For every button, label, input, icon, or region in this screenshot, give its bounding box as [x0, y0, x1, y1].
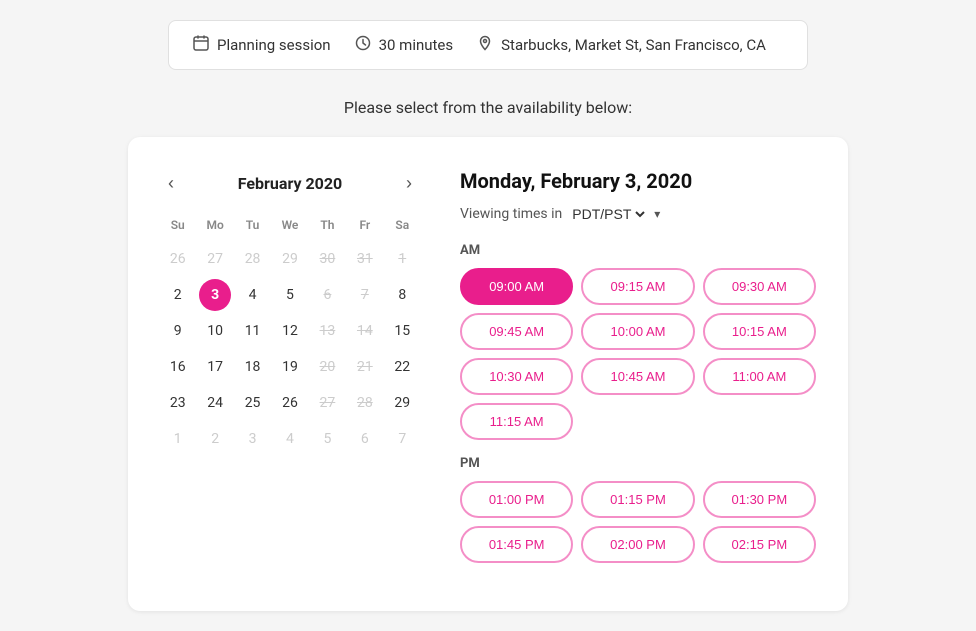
calendar-day-cell: 1	[162, 423, 194, 455]
calendar-day-cell: 27	[199, 243, 231, 275]
pm-slots-grid: 01:00 PM01:15 PM01:30 PM 01:45 PM02:00 PM…	[460, 481, 816, 563]
selected-date-title: Monday, February 3, 2020	[460, 169, 816, 193]
calendar-day-cell[interactable]: 12	[274, 315, 306, 347]
time-slot-button[interactable]: 10:30 AM	[460, 358, 573, 395]
duration-info: 30 minutes	[355, 35, 454, 55]
calendar-day-cell: 7	[386, 423, 418, 455]
next-month-button[interactable]: ›	[398, 169, 420, 198]
calendar-day-cell[interactable]: 9	[162, 315, 194, 347]
calendar-day-cell: 13	[311, 315, 343, 347]
calendar-day-cell: 4	[274, 423, 306, 455]
calendar-day-cell: 7	[349, 279, 381, 311]
calendar-day-header: Mo	[197, 214, 232, 240]
location-label: Starbucks, Market St, San Francisco, CA	[501, 36, 766, 54]
calendar-day-cell: 28	[237, 243, 269, 275]
time-slot-button[interactable]: 10:00 AM	[581, 313, 694, 350]
calendar-day-cell: 29	[274, 243, 306, 275]
calendar-day-cell: 14	[349, 315, 381, 347]
location-icon	[477, 35, 493, 55]
duration-label: 30 minutes	[379, 36, 454, 54]
calendar-day-cell[interactable]: 26	[274, 387, 306, 419]
calendar-day-cell: 5	[311, 423, 343, 455]
calendar-day-header: Sa	[385, 214, 420, 240]
event-icon	[193, 35, 209, 55]
calendar-day-cell: 3	[237, 423, 269, 455]
calendar-day-cell: 26	[162, 243, 194, 275]
calendar-day-cell[interactable]: 11	[237, 315, 269, 347]
calendar-day-cell[interactable]: 17	[199, 351, 231, 383]
calendar: ‹ February 2020 › SuMoTuWeThFrSa26272829…	[160, 169, 420, 579]
calendar-day-cell[interactable]: 19	[274, 351, 306, 383]
calendar-day-cell: 30	[311, 243, 343, 275]
clock-icon	[355, 35, 371, 55]
pm-label: PM	[460, 456, 816, 471]
calendar-day-cell[interactable]: 25	[237, 387, 269, 419]
calendar-day-header: We	[272, 214, 307, 240]
calendar-day-cell: 20	[311, 351, 343, 383]
time-slot-button[interactable]: 09:15 AM	[581, 268, 694, 305]
time-slot-button[interactable]: 01:45 PM	[460, 526, 573, 563]
calendar-title: February 2020	[238, 174, 342, 193]
viewing-label: Viewing times in	[460, 206, 562, 222]
time-slot-button[interactable]: 09:00 AM	[460, 268, 573, 305]
info-bar: Planning session 30 minutes Starbucks, M…	[168, 20, 808, 70]
time-panel: Monday, February 3, 2020 Viewing times i…	[460, 169, 816, 579]
calendar-day-cell: 21	[349, 351, 381, 383]
time-slot-button[interactable]: 01:15 PM	[581, 481, 694, 518]
time-slot-button[interactable]: 11:00 AM	[703, 358, 816, 395]
prev-month-button[interactable]: ‹	[160, 169, 182, 198]
time-slot-button[interactable]: 02:00 PM	[581, 526, 694, 563]
calendar-day-cell: 27	[311, 387, 343, 419]
time-slot-button[interactable]: 01:00 PM	[460, 481, 573, 518]
time-slot-button[interactable]: 10:15 AM	[703, 313, 816, 350]
calendar-day-cell: 28	[349, 387, 381, 419]
am-label: AM	[460, 243, 816, 258]
time-slot-button[interactable]: 11:15 AM	[460, 403, 573, 440]
calendar-day-cell: 6	[311, 279, 343, 311]
calendar-day-cell: 1	[386, 243, 418, 275]
calendar-header: ‹ February 2020 ›	[160, 169, 420, 198]
calendar-day-cell: 6	[349, 423, 381, 455]
calendar-day-cell[interactable]: 24	[199, 387, 231, 419]
time-slot-button[interactable]: 02:15 PM	[703, 526, 816, 563]
am-slots-grid: 09:00 AM09:15 AM09:30 AM 09:45 AM10:00 AM…	[460, 268, 816, 440]
calendar-day-cell[interactable]: 8	[386, 279, 418, 311]
timezone-select[interactable]: PDT/PST EST/EDT UTC	[568, 205, 648, 223]
time-slot-button[interactable]: 01:30 PM	[703, 481, 816, 518]
calendar-grid: SuMoTuWeThFrSa26272829303112345678910111…	[160, 214, 420, 456]
calendar-day-cell[interactable]: 10	[199, 315, 231, 347]
main-card: ‹ February 2020 › SuMoTuWeThFrSa26272829…	[128, 137, 848, 611]
calendar-day-cell[interactable]: 2	[162, 279, 194, 311]
calendar-day-cell[interactable]: 18	[237, 351, 269, 383]
calendar-day-cell: 31	[349, 243, 381, 275]
time-slot-button[interactable]: 09:45 AM	[460, 313, 573, 350]
time-slot-button[interactable]: 10:45 AM	[581, 358, 694, 395]
calendar-day-cell[interactable]: 29	[386, 387, 418, 419]
calendar-day-cell[interactable]: 3	[199, 279, 231, 311]
calendar-day-cell[interactable]: 4	[237, 279, 269, 311]
time-slot-button[interactable]: 09:30 AM	[703, 268, 816, 305]
subtitle: Please select from the availability belo…	[344, 98, 632, 117]
calendar-day-header: Th	[310, 214, 345, 240]
calendar-day-cell[interactable]: 15	[386, 315, 418, 347]
calendar-day-cell[interactable]: 5	[274, 279, 306, 311]
event-info: Planning session	[193, 35, 331, 55]
timezone-row: Viewing times in PDT/PST EST/EDT UTC ▾	[460, 205, 816, 223]
calendar-day-cell: 2	[199, 423, 231, 455]
calendar-day-cell[interactable]: 16	[162, 351, 194, 383]
event-name: Planning session	[217, 36, 331, 54]
calendar-day-header: Tu	[235, 214, 270, 240]
location-info: Starbucks, Market St, San Francisco, CA	[477, 35, 766, 55]
calendar-day-header: Su	[160, 214, 195, 240]
chevron-down-icon: ▾	[654, 207, 660, 221]
calendar-day-header: Fr	[347, 214, 382, 240]
calendar-day-cell[interactable]: 23	[162, 387, 194, 419]
calendar-day-cell[interactable]: 22	[386, 351, 418, 383]
